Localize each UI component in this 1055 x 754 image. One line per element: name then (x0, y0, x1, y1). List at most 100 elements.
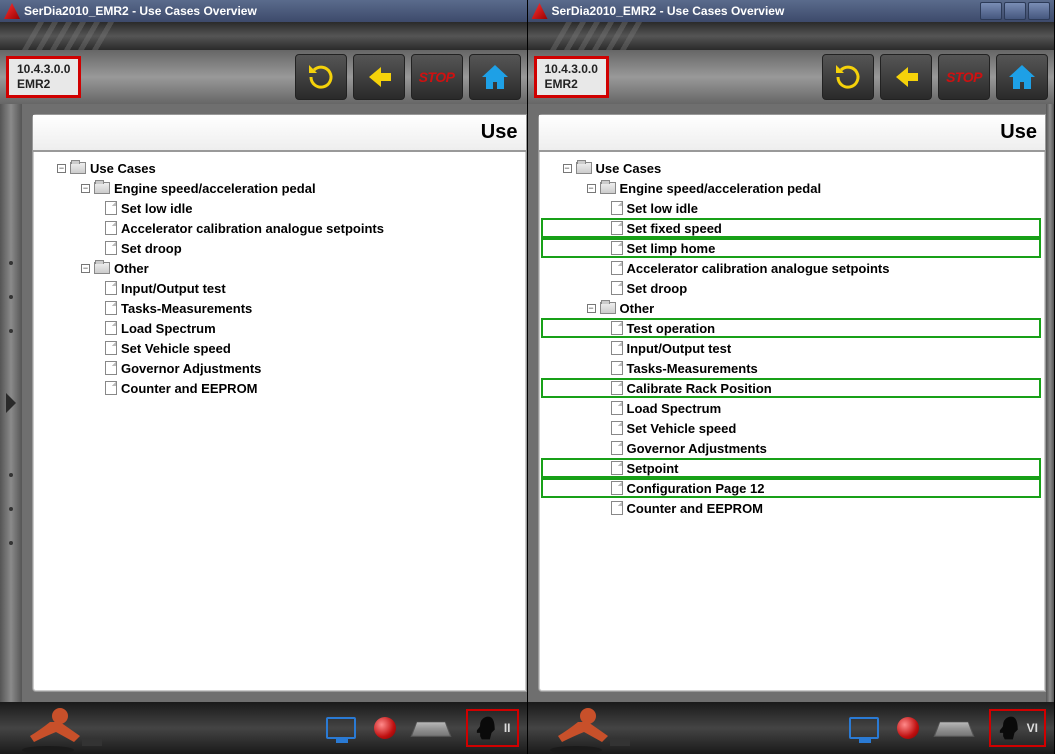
tree-item[interactable]: − Other (543, 298, 1042, 318)
tree-item[interactable]: Set Vehicle speed (37, 338, 522, 358)
stop-button[interactable]: STOP (411, 54, 463, 100)
tree-item-label: Accelerator calibration analogue setpoin… (627, 261, 890, 276)
refresh-button[interactable] (295, 54, 347, 100)
close-btn[interactable] (1028, 2, 1050, 20)
tree-item[interactable]: Set low idle (37, 198, 522, 218)
tree-item[interactable]: Counter and EEPROM (543, 498, 1042, 518)
tree-item[interactable]: Accelerator calibration analogue setpoin… (543, 258, 1042, 278)
tree-item[interactable]: Setpoint (541, 458, 1042, 478)
tree-item-label: Setpoint (627, 461, 679, 476)
file-icon (105, 201, 117, 215)
panel-title: Use (33, 115, 526, 152)
tree-item[interactable]: Governor Adjustments (37, 358, 522, 378)
tree-item[interactable]: Load Spectrum (543, 398, 1042, 418)
tree-item-label: Governor Adjustments (627, 441, 767, 456)
file-icon (611, 401, 623, 415)
tree-item-label: Set droop (121, 241, 182, 256)
file-icon (611, 361, 623, 375)
head-icon (472, 715, 498, 741)
file-icon (611, 341, 623, 355)
monitor-icon[interactable] (849, 717, 879, 739)
tree-item[interactable]: Set fixed speed (541, 218, 1042, 238)
back-button[interactable] (353, 54, 405, 100)
toolbar: 10.4.3.0.0EMR2 STOP (528, 50, 1055, 104)
record-icon[interactable] (374, 717, 396, 739)
record-icon[interactable] (897, 717, 919, 739)
file-icon (611, 461, 623, 475)
tree-item[interactable]: Accelerator calibration analogue setpoin… (37, 218, 522, 238)
toggle-icon[interactable]: − (81, 184, 90, 193)
file-icon (611, 221, 623, 235)
title-bar: SerDia2010_EMR2 - Use Cases Overview (528, 0, 1055, 22)
folder-icon (94, 182, 110, 194)
tree-item[interactable]: Set low idle (543, 198, 1042, 218)
profile-level: VI (1027, 721, 1038, 735)
side-expander[interactable] (1046, 104, 1054, 702)
folder-icon (94, 262, 110, 274)
home-button[interactable] (996, 54, 1048, 100)
tree-item-label: Input/Output test (121, 281, 226, 296)
tree-item[interactable]: Tasks-Measurements (543, 358, 1042, 378)
toggle-icon[interactable]: − (57, 164, 66, 173)
file-icon (611, 481, 623, 495)
tree-item[interactable]: −Engine speed/acceleration pedal (37, 178, 522, 198)
toolbar: 10.4.3.0.0EMR2 STOP (0, 50, 527, 104)
device-name: EMR2 (17, 77, 70, 92)
version-number: 10.4.3.0.0 (17, 62, 70, 77)
app-icon (4, 3, 20, 19)
side-expander[interactable] (0, 104, 22, 702)
tree-item[interactable]: Calibrate Rack Position (541, 378, 1042, 398)
tree-item[interactable]: Tasks-Measurements (37, 298, 522, 318)
tree-item-label: Other (620, 301, 655, 316)
tree-item-label: Counter and EEPROM (121, 381, 258, 396)
tree-item[interactable]: − Use Cases (543, 158, 1042, 178)
title-bar: SerDia2010_EMR2 - Use Cases Overview (0, 0, 527, 22)
min-btn[interactable] (980, 2, 1002, 20)
profile-level: II (504, 721, 511, 735)
wedge-icon[interactable] (937, 719, 971, 737)
toggle-icon[interactable]: − (587, 304, 596, 313)
tree-item[interactable]: Set limp home (541, 238, 1042, 258)
version-number: 10.4.3.0.0 (545, 62, 598, 77)
tree-item-label: Tasks-Measurements (121, 301, 252, 316)
tree-item[interactable]: −Use Cases (37, 158, 522, 178)
file-icon (105, 321, 117, 335)
file-icon (105, 281, 117, 295)
tree-item-label: Use Cases (596, 161, 662, 176)
home-button[interactable] (469, 54, 521, 100)
tree-item[interactable]: Counter and EEPROM (37, 378, 522, 398)
worker-graphic (20, 702, 160, 754)
max-btn[interactable] (1004, 2, 1026, 20)
version-box: 10.4.3.0.0EMR2 (534, 56, 609, 98)
tree-item[interactable]: Set droop (543, 278, 1042, 298)
status-bar: VI (528, 702, 1055, 754)
use-case-tree: −Use Cases−Engine speed/acceleration ped… (33, 152, 526, 691)
tree-item[interactable]: −Other (37, 258, 522, 278)
file-icon (611, 241, 623, 255)
tree-item[interactable]: Configuration Page 12 (541, 478, 1042, 498)
toggle-icon[interactable]: − (563, 164, 572, 173)
use-case-tree: −Use Cases−Engine speed/acceleration ped… (539, 152, 1046, 691)
profile-indicator[interactable]: II (466, 709, 519, 747)
tree-item[interactable]: Input/Output test (37, 278, 522, 298)
refresh-button[interactable] (822, 54, 874, 100)
tree-item[interactable]: Input/Output test (543, 338, 1042, 358)
profile-indicator[interactable]: VI (989, 709, 1046, 747)
file-icon (611, 381, 623, 395)
tree-item-label: Set fixed speed (627, 221, 722, 236)
tree-item[interactable]: Governor Adjustments (543, 438, 1042, 458)
tree-item[interactable]: Set droop (37, 238, 522, 258)
toggle-icon[interactable]: − (81, 264, 90, 273)
file-icon (105, 301, 117, 315)
folder-icon (600, 182, 616, 194)
tree-item[interactable]: −Engine speed/acceleration pedal (543, 178, 1042, 198)
tree-item[interactable]: Load Spectrum (37, 318, 522, 338)
tree-item[interactable]: Set Vehicle speed (543, 418, 1042, 438)
monitor-icon[interactable] (326, 717, 356, 739)
tree-item[interactable]: Test operation (541, 318, 1042, 338)
stop-button[interactable]: STOP (938, 54, 990, 100)
back-button[interactable] (880, 54, 932, 100)
toggle-icon[interactable]: − (587, 184, 596, 193)
folder-icon (70, 162, 86, 174)
wedge-icon[interactable] (414, 719, 448, 737)
